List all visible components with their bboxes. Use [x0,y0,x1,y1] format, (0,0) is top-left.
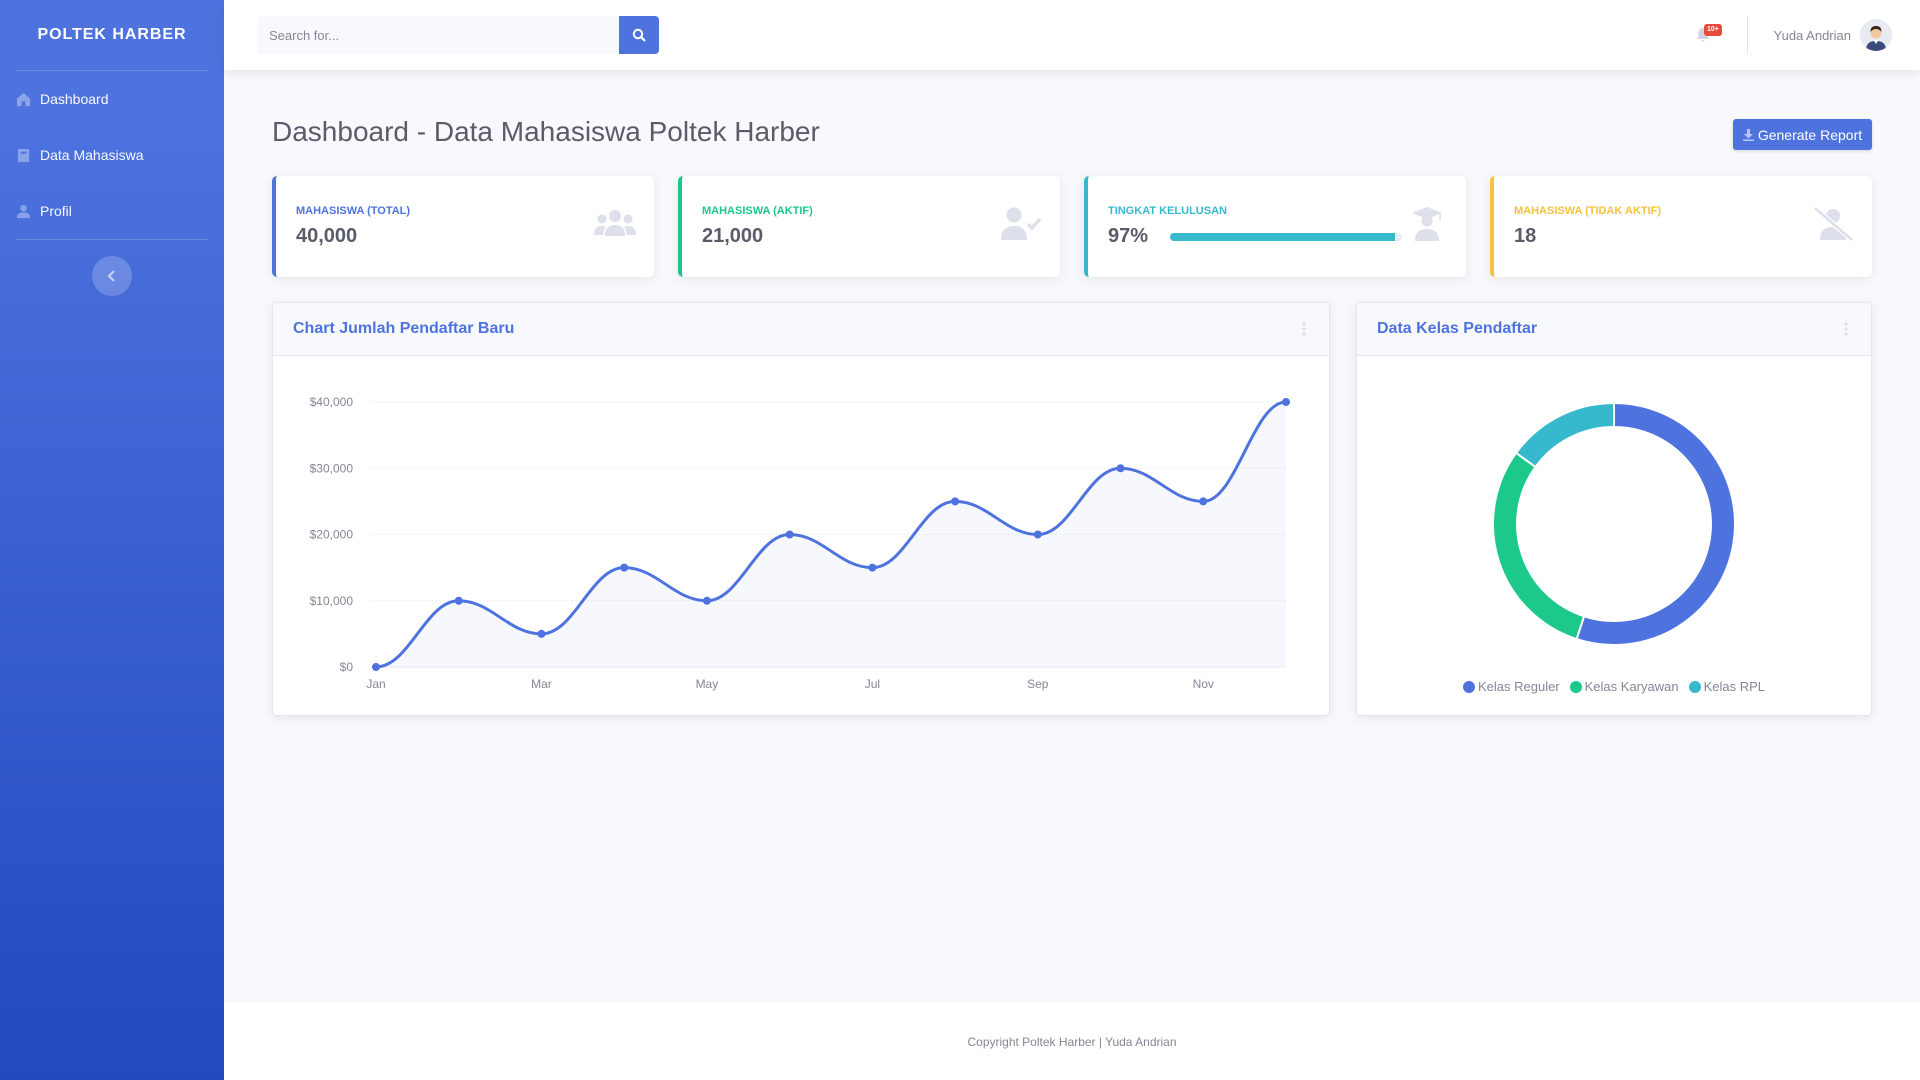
stat-label: Mahasiswa (Total) [296,205,411,217]
pie-chart-card: Data Kelas Pendaftar Kelas Reguler Kelas… [1356,302,1872,716]
data-point [372,663,380,671]
stat-card-tidak-aktif: Mahasiswa (Tidak Aktif) 18 [1490,176,1872,277]
home-icon [16,92,31,106]
data-point [951,497,960,506]
page-title: Dashboard - Data Mahasiswa Poltek Harber [272,116,820,147]
card-header: Data Kelas Pendaftar [1357,303,1871,356]
sidebar-toggle-button[interactable] [92,256,132,296]
graduation-progress-bar [1170,233,1402,241]
doughnut-slice [1492,451,1586,641]
search-icon [632,28,646,42]
generate-report-button[interactable]: Generate Report [1733,119,1872,150]
sidebar-item-label: Dashboard [40,91,109,107]
avatar [1860,19,1892,51]
user-check-icon [1001,207,1042,240]
area-chart-title: Chart Jumlah Pendaftar Baru [293,320,515,337]
stat-value: 40,000 [296,225,358,247]
card-header: Chart Jumlah Pendaftar Baru [273,303,1329,356]
data-point [1199,497,1208,506]
x-tick-label: Mar [531,677,552,691]
search-input[interactable] [257,16,619,54]
pie-legend: Kelas Reguler Kelas Karyawan Kelas RPL [1357,679,1871,694]
graduate-icon [1412,207,1442,241]
sidebar-item-profil[interactable]: Profil [0,183,224,239]
doughnut-slice [1514,401,1615,469]
data-point [620,563,629,572]
area-chart-card: Chart Jumlah Pendaftar Baru $0 $10,000 $20… [272,302,1330,716]
y-tick-label: $10,000 [310,594,354,608]
sidebar-item-data-mahasiswa[interactable]: Data Mahasiswa [0,127,224,183]
stat-value: 18 [1514,225,1537,247]
sidebar-item-label: Profil [40,203,72,219]
area-chart: $0 $10,000 $20,000 $30,000 $40,000 Jan Mar May J… [310,395,1290,691]
y-tick-label: $40,000 [310,395,354,409]
data-point [785,530,794,539]
legend-label: Kelas Karyawan [1584,679,1679,694]
legend-item[interactable]: Kelas Karyawan [1569,679,1679,694]
y-tick-label: $20,000 [310,528,354,542]
brand-title[interactable]: POLTEK HARBER [0,0,224,70]
legend-label: Kelas Reguler [1477,679,1560,694]
search-group [257,16,659,54]
search-button[interactable] [619,16,659,54]
data-point [1116,464,1125,473]
x-tick-label: Nov [1193,677,1214,691]
download-icon [1742,128,1754,141]
data-point [537,629,546,638]
sidebar-item-dashboard[interactable]: Dashboard [0,71,224,127]
topbar: 10+ Yuda Andrian [224,0,1920,70]
legend-swatch [1462,680,1475,693]
doughnut-slice [1575,401,1736,646]
footer: Copyright Poltek Harber | Yuda Andrian [224,1003,1920,1080]
user-menu[interactable]: Yuda Andrian [1774,18,1892,52]
more-vertical-icon[interactable] [1299,321,1309,337]
pie-chart-title: Data Kelas Pendaftar [1377,320,1538,337]
stat-label: Mahasiswa (Tidak Aktif) [1514,205,1662,217]
stat-value: 97% [1108,225,1149,247]
x-tick-label: Jul [865,677,880,691]
user-icon [16,204,31,218]
sidebar: POLTEK HARBER Dashboard Data Mahasiswa P… [0,0,224,1080]
data-point [454,596,463,605]
users-icon [594,210,636,236]
user-name: Yuda Andrian [1773,27,1851,43]
chevron-left-icon [107,270,115,282]
generate-report-label: Generate Report [1757,126,1863,143]
data-point [868,563,877,572]
legend-swatch [1569,680,1582,693]
x-tick-label: Sep [1027,677,1049,691]
stat-label: Mahasiswa (Aktif) [702,205,813,217]
sidebar-toggle-wrap [0,240,224,296]
footer-copyright: Copyright Poltek Harber | Yuda Andrian [967,1034,1177,1049]
data-point [1282,398,1290,406]
stat-card-total: Mahasiswa (Total) 40,000 [272,176,654,277]
y-tick-label: $30,000 [310,461,354,475]
stat-card-aktif: Mahasiswa (Aktif) 21,000 [678,176,1060,277]
legend-item[interactable]: Kelas Reguler [1462,679,1560,694]
data-point [1033,530,1042,539]
more-vertical-icon[interactable] [1841,321,1851,337]
legend-swatch [1688,680,1701,693]
x-tick-label: May [696,677,719,691]
alerts-button[interactable]: 10+ [1696,22,1726,48]
sidebar-item-label: Data Mahasiswa [40,147,144,163]
data-point [702,596,711,605]
topbar-divider [1747,16,1748,54]
stat-value: 21,000 [702,225,764,247]
stat-card-kelulusan: Tingkat Kelulusan 97% [1084,176,1466,277]
user-slash-icon [1813,206,1854,242]
alerts-badge: 10+ [1704,24,1722,36]
legend-label: Kelas RPL [1703,679,1766,694]
stat-label: Tingkat Kelulusan [1108,205,1227,217]
graduation-progress-fill [1170,233,1396,241]
x-tick-label: Jan [366,677,385,691]
y-tick-label: $0 [340,660,354,674]
doughnut-chart [1492,401,1736,646]
legend-item[interactable]: Kelas RPL [1688,679,1766,694]
book-icon [17,148,30,162]
